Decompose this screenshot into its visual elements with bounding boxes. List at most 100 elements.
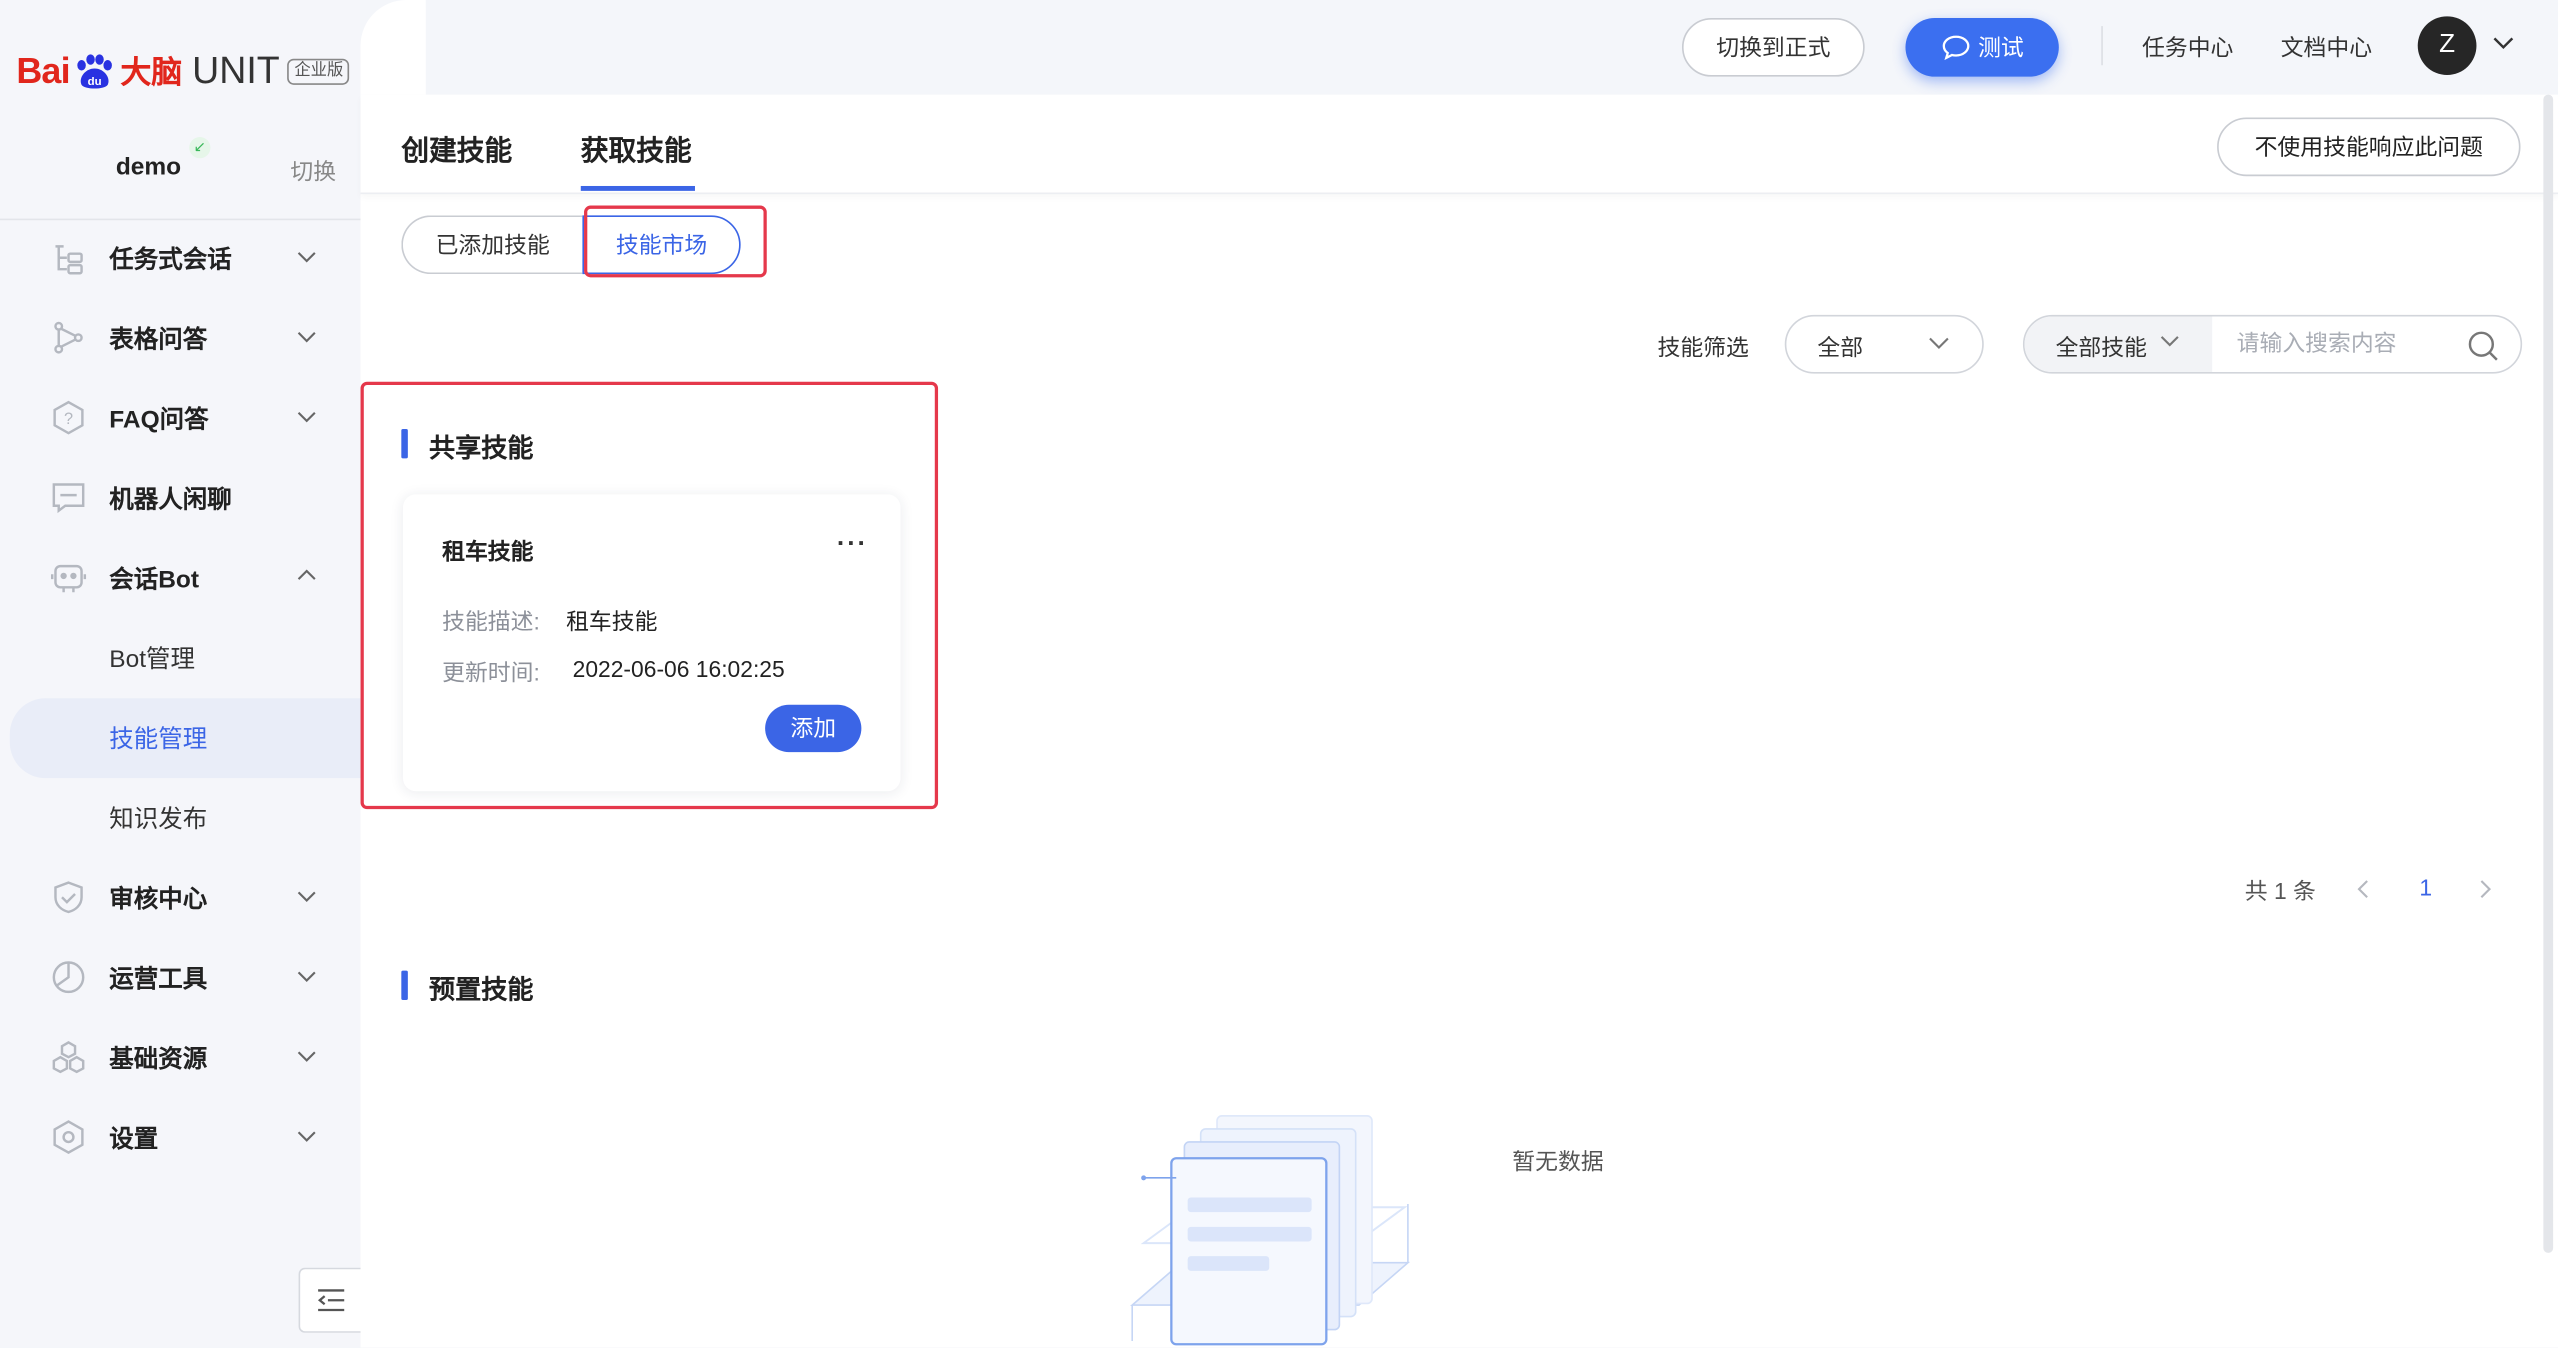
chat-icon	[52, 483, 85, 514]
skill-card: 租车技能 ··· 技能描述: 租车技能 更新时间: 2022-06-06 16:…	[402, 494, 901, 792]
task-dialog-icon	[55, 245, 83, 275]
skill-card-title: 租车技能	[442, 538, 534, 565]
scrollbar[interactable]	[2543, 94, 2554, 1253]
shield-icon	[54, 881, 83, 914]
add-skill-button[interactable]: 添加	[765, 704, 862, 753]
edition-badge: 企业版	[287, 57, 350, 85]
search-type-select[interactable]: 全部技能	[2024, 316, 2213, 372]
segment-added-skills[interactable]: 已添加技能	[401, 215, 583, 275]
pagination-page-1[interactable]: 1	[2419, 874, 2432, 900]
chevron-down-icon	[1929, 337, 1949, 349]
tab-get-skill[interactable]: 获取技能	[581, 127, 692, 168]
sidebar-item-label: 设置	[109, 1125, 159, 1154]
logo-brand-2: 大脑	[120, 57, 183, 92]
workspace-switcher: demo ↙ 切换	[0, 134, 361, 221]
update-time-key: 更新时间:	[442, 659, 540, 686]
sidebar-item-ops-tools[interactable]: 运营工具	[0, 938, 361, 1018]
skill-filter-value: 全部	[1817, 334, 1864, 361]
collapse-menu-icon	[317, 1289, 345, 1312]
baidu-paw-icon: du	[76, 53, 112, 88]
sidebar-collapse-button[interactable]	[298, 1267, 363, 1333]
search-type-value: 全部技能	[2055, 334, 2147, 361]
table-qa-icon	[54, 321, 83, 354]
svg-text:?: ?	[64, 410, 73, 428]
chevron-down-icon	[2160, 336, 2179, 347]
settings-icon	[53, 1120, 84, 1154]
tools-icon	[52, 961, 85, 994]
sidebar-item-review-center[interactable]: 审核中心	[0, 858, 361, 938]
logo-product: UNIT	[192, 48, 280, 92]
task-center-link[interactable]: 任务中心	[2142, 31, 2233, 64]
logo-brand: Bai	[16, 49, 70, 91]
logo[interactable]: Bai du 大脑 UNIT 企业版	[16, 49, 350, 93]
chevron-down-icon	[297, 891, 316, 903]
update-time-value: 2022-06-06 16:02:25	[572, 655, 785, 682]
chat-bubble-icon	[1941, 35, 1969, 61]
skill-filter-label: 技能筛选	[1657, 334, 1749, 361]
tab-create-skill[interactable]: 创建技能	[401, 127, 512, 168]
sidebar-item-label: FAQ问答	[109, 406, 209, 434]
search-box: 全部技能	[2022, 314, 2523, 374]
skill-desc-value: 租车技能	[566, 608, 658, 635]
sidebar-item-label: 知识发布	[109, 805, 208, 834]
sidebar-item-label: 会话Bot	[109, 566, 200, 594]
sidebar-item-bot-management[interactable]: Bot管理	[0, 618, 361, 698]
chevron-down-icon	[297, 332, 316, 343]
chevron-down-icon	[297, 1131, 316, 1142]
chevron-down-icon	[297, 252, 316, 263]
sidebar-item-label: 基础资源	[109, 1045, 208, 1074]
tab-bar: 创建技能 获取技能 不使用技能响应此问题	[360, 95, 2558, 195]
main-content: 创建技能 获取技能 不使用技能响应此问题 已添加技能 技能市场 技能筛选 全部 …	[360, 94, 2558, 1348]
search-input[interactable]	[2233, 327, 2469, 358]
header-divider	[2101, 26, 2103, 66]
test-button-label: 测试	[1978, 34, 2024, 61]
sidebar-item-label: 任务式会话	[109, 246, 232, 275]
chevron-down-icon[interactable]	[2493, 36, 2514, 51]
app-root: Bai du 大脑 UNIT 企业版 demo ↙ 切换 任务式会话 表格问答 …	[0, 0, 2558, 1348]
skill-desc-key: 技能描述:	[442, 608, 540, 635]
svg-text:du: du	[87, 75, 101, 87]
sidebar-item-label: 表格问答	[109, 326, 208, 355]
sidebar: Bai du 大脑 UNIT 企业版 demo ↙ 切换 任务式会话 表格问答 …	[0, 0, 363, 1348]
chevron-down-icon	[297, 411, 316, 423]
faq-icon: ?	[53, 400, 84, 435]
skill-filter-select[interactable]: 全部	[1784, 314, 1984, 374]
sidebar-item-label: 技能管理	[109, 725, 208, 754]
sidebar-item-task-dialog[interactable]: 任务式会话	[0, 219, 361, 299]
search-icon[interactable]	[2467, 330, 2500, 363]
no-skill-response-button[interactable]: 不使用技能响应此问题	[2217, 117, 2521, 177]
sidebar-item-settings[interactable]: 设置	[0, 1098, 361, 1178]
avatar[interactable]: Z	[2417, 16, 2477, 76]
workspace-status-icon: ↙	[189, 137, 211, 159]
highlight-box-market	[584, 205, 767, 278]
switch-to-formal-button[interactable]: 切换到正式	[1681, 17, 1865, 77]
sidebar-item-label: 审核中心	[109, 885, 208, 914]
sidebar-item-label: Bot管理	[109, 646, 195, 674]
chevron-up-icon	[297, 569, 316, 580]
doc-center-link[interactable]: 文档中心	[2281, 31, 2372, 64]
chevron-down-icon	[297, 971, 316, 982]
workspace-switch-button[interactable]: 切换	[290, 155, 336, 188]
empty-state-text: 暂无数据	[1512, 1148, 1604, 1175]
sidebar-item-base-resources[interactable]: 基础资源	[0, 1018, 361, 1098]
sidebar-item-table-qa[interactable]: 表格问答	[0, 299, 361, 379]
sidebar-menu: 任务式会话 表格问答 ? FAQ问答 机器人闲聊 会话Bot Bot管理 技能管…	[0, 219, 361, 1178]
chevron-down-icon	[297, 1051, 316, 1062]
workspace-name: demo	[115, 153, 182, 182]
sidebar-item-faq[interactable]: ? FAQ问答	[0, 378, 361, 458]
sidebar-item-skill-management[interactable]: 技能管理	[9, 698, 361, 779]
sidebar-item-knowledge-publish[interactable]: 知识发布	[0, 778, 361, 858]
resources-icon	[52, 1041, 85, 1074]
active-tab-indicator	[580, 185, 695, 191]
preset-skills-title: 预置技能	[401, 967, 533, 1006]
sidebar-item-session-bot[interactable]: 会话Bot	[0, 538, 361, 618]
pagination-total: 共 1 条	[2244, 877, 2316, 904]
sidebar-item-label: 运营工具	[109, 965, 208, 994]
sidebar-item-robot-chat[interactable]: 机器人闲聊	[0, 458, 361, 538]
sidebar-item-label: 机器人闲聊	[109, 486, 232, 514]
empty-state-illustration	[1130, 1115, 1411, 1346]
more-options-icon[interactable]: ···	[837, 530, 868, 559]
prev-page-icon[interactable]	[2356, 879, 2371, 899]
test-button[interactable]: 测试	[1905, 17, 2059, 77]
next-page-icon[interactable]	[2478, 879, 2493, 899]
